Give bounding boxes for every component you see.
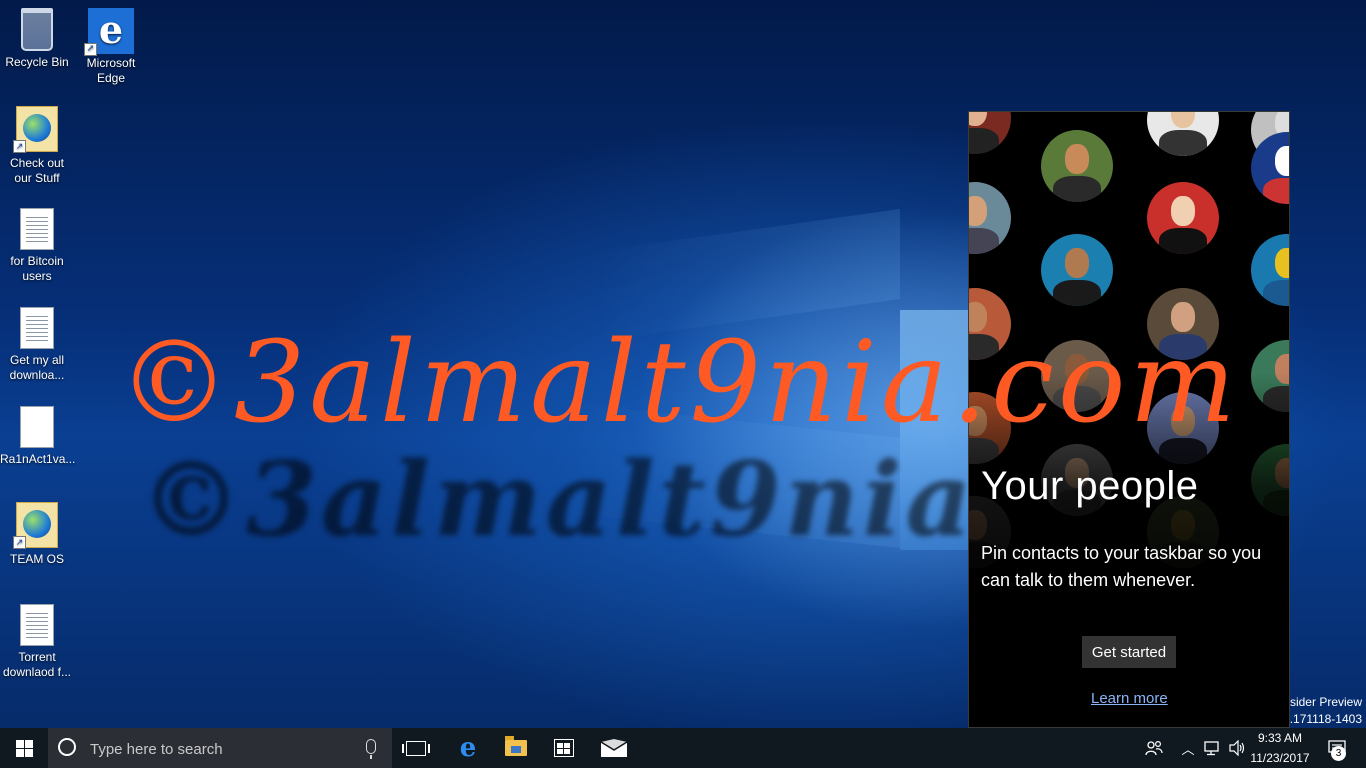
wallpaper-beam bbox=[600, 208, 900, 342]
taskbar-clock[interactable]: 9:33 AM 11/23/2017 bbox=[1246, 730, 1314, 766]
people-icon bbox=[1145, 740, 1163, 756]
file-explorer-icon bbox=[505, 736, 527, 756]
desktop-icon-ra1nact1va[interactable]: Ra1nAct1va... bbox=[0, 406, 76, 467]
taskbar-search-box[interactable] bbox=[48, 728, 392, 770]
store-icon bbox=[554, 739, 574, 757]
desktop-icon-label: Check out our Stuff bbox=[9, 156, 65, 185]
contact-avatar-icon bbox=[969, 112, 1011, 154]
speaker-icon bbox=[1229, 740, 1245, 756]
shortcut-arrow-icon: ↗ bbox=[13, 536, 26, 549]
desktop-icon-torrent-download[interactable]: Torrent downlaod f... bbox=[0, 604, 74, 680]
blank-document-icon bbox=[20, 406, 54, 448]
network-button[interactable] bbox=[1202, 728, 1224, 768]
contact-avatar-icon bbox=[1147, 182, 1219, 254]
desktop-icon-label: TEAM OS bbox=[9, 552, 64, 566]
people-flyout: Your people Pin contacts to your taskbar… bbox=[968, 111, 1290, 728]
edge-icon: e ↗ bbox=[84, 8, 134, 56]
clock-time: 9:33 AM bbox=[1257, 731, 1303, 745]
edge-icon: e bbox=[459, 733, 477, 763]
desktop-icon-recycle-bin[interactable]: Recycle Bin bbox=[0, 8, 74, 70]
desktop-icon-check-out-our-stuff[interactable]: ↗ Check out our Stuff bbox=[0, 106, 74, 186]
desktop-icon-label: Ra1nAct1va... bbox=[0, 452, 76, 466]
desktop-icon-label: for Bitcoin users bbox=[10, 254, 64, 283]
contact-avatar-icon bbox=[1041, 234, 1113, 306]
build-watermark: nsider Preview e.171118-1403 bbox=[1283, 694, 1362, 728]
text-document-icon bbox=[20, 307, 54, 349]
windows-logo-icon bbox=[15, 739, 33, 757]
learn-more-link[interactable]: Learn more bbox=[1091, 690, 1168, 707]
network-icon bbox=[1204, 741, 1219, 756]
mail-icon bbox=[601, 739, 627, 757]
web-shortcut-icon: ↗ bbox=[13, 106, 58, 153]
text-document-icon bbox=[20, 604, 54, 646]
recycle-bin-icon bbox=[21, 8, 53, 51]
task-view-icon bbox=[402, 740, 430, 756]
clock-date: 11/23/2017 bbox=[1250, 751, 1310, 765]
contact-avatar-icon bbox=[1147, 288, 1219, 360]
cortana-search-icon bbox=[58, 738, 76, 756]
desktop-icon-label: Recycle Bin bbox=[5, 55, 69, 69]
desktop-icon-team-os[interactable]: ↗ TEAM OS bbox=[0, 502, 74, 567]
chevron-up-icon: ︿ bbox=[1181, 741, 1195, 757]
start-button[interactable] bbox=[0, 728, 48, 768]
notification-count-badge: 3 bbox=[1331, 746, 1346, 761]
taskbar-edge-button[interactable]: e bbox=[446, 728, 490, 768]
contact-avatar-icon bbox=[969, 288, 1011, 360]
people-description: Pin contacts to your taskbar so you can … bbox=[981, 543, 1262, 590]
desktop: ©3almalt9nia.com Recycle Bin e↗ Microsof… bbox=[0, 0, 1366, 728]
taskbar: e ︿ bbox=[0, 728, 1366, 770]
microphone-icon[interactable] bbox=[366, 739, 376, 759]
web-shortcut-icon: ↗ bbox=[13, 502, 58, 549]
desktop-icon-for-bitcoin-users[interactable]: for Bitcoin users bbox=[0, 208, 74, 284]
get-started-button[interactable]: Get started bbox=[1082, 636, 1176, 668]
task-view-button[interactable] bbox=[396, 728, 436, 768]
search-input[interactable] bbox=[88, 728, 362, 770]
desktop-icon-microsoft-edge[interactable]: e ↗ Microsoft Edge bbox=[74, 8, 148, 86]
volume-button[interactable] bbox=[1226, 728, 1248, 768]
contact-avatar-icon bbox=[1041, 130, 1113, 202]
desktop-icon-get-my-all-downloads[interactable]: Get my all downloa... bbox=[0, 307, 74, 383]
watermark-shadow-text: ©3almalt9nia.com bbox=[140, 440, 968, 560]
shortcut-arrow-icon: ↗ bbox=[84, 43, 97, 56]
taskbar-store-button[interactable] bbox=[542, 728, 586, 768]
people-button[interactable] bbox=[1140, 728, 1168, 768]
desktop-icon-label: Torrent downlaod f... bbox=[2, 650, 72, 679]
desktop-icons: Recycle Bin e ↗ Microsoft Edge ↗ Check ou… bbox=[0, 0, 150, 728]
desktop-icon-label: Microsoft Edge bbox=[86, 56, 136, 85]
shortcut-arrow-icon: ↗ bbox=[13, 140, 26, 153]
contact-avatar-icon bbox=[969, 182, 1011, 254]
people-title: Your people bbox=[981, 464, 1199, 508]
taskbar-file-explorer-button[interactable] bbox=[494, 728, 538, 768]
contact-avatar-icon bbox=[1147, 112, 1219, 156]
desktop-icon-label: Get my all downloa... bbox=[9, 353, 65, 382]
show-hidden-icons-button[interactable]: ︿ bbox=[1178, 728, 1198, 768]
text-document-icon bbox=[20, 208, 54, 250]
build-watermark-line2: e.171118-1403 bbox=[1283, 712, 1362, 726]
build-watermark-line1: nsider Preview bbox=[1283, 695, 1362, 709]
taskbar-mail-button[interactable] bbox=[592, 728, 636, 768]
contact-avatar-icon bbox=[1251, 234, 1289, 306]
